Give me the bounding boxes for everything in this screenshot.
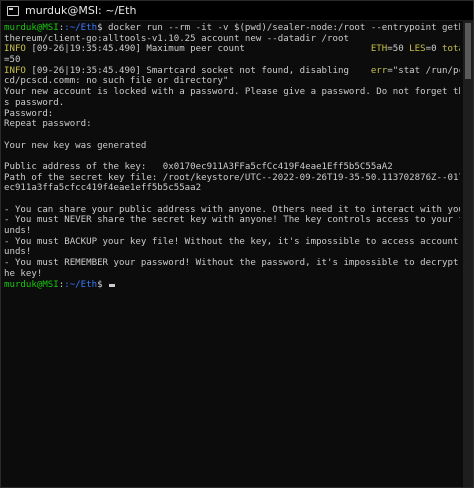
terminal-window: murduk@MSI: ~/Eth murduk@MSI::~/Eth$ doc… bbox=[0, 0, 474, 488]
log-val-les: =0 bbox=[425, 44, 443, 55]
title-bar[interactable]: murduk@MSI: ~/Eth bbox=[1, 1, 473, 21]
terminal-icon bbox=[7, 5, 19, 16]
prompt-path: :~/Eth bbox=[64, 23, 98, 33]
vertical-scrollbar[interactable] bbox=[463, 21, 473, 487]
log-key-err: err bbox=[370, 65, 388, 76]
prompt-user-host: murduk@MSI bbox=[4, 23, 59, 33]
output-line: he key! bbox=[4, 268, 43, 279]
output-line: - You must REMEMBER your password! Witho… bbox=[4, 258, 460, 269]
output-line: - You must BACKUP your key file! Without… bbox=[4, 236, 460, 247]
log-val-err: ="stat /run/pcs bbox=[387, 65, 460, 76]
prompt-symbol: $ bbox=[97, 279, 109, 290]
command-continuation: thereum/client-go:alltools-v1.10.25 acco… bbox=[4, 33, 349, 44]
text-cursor bbox=[109, 283, 116, 287]
log-key-eth: ETH bbox=[370, 44, 388, 55]
output-line: Password: bbox=[4, 108, 54, 119]
log-line-smartcard: INFO [09-26|19:35:45.490] Smartcard sock… bbox=[4, 66, 460, 77]
log-line-continuation: =50 bbox=[4, 55, 21, 66]
output-line: unds! bbox=[4, 247, 32, 258]
command-text: docker run --rm -it -v $(pwd)/sealer-nod… bbox=[102, 23, 460, 33]
output-line: - You must NEVER share the secret key wi… bbox=[4, 215, 460, 226]
output-line: s password. bbox=[4, 97, 65, 108]
prompt-path: :~/Eth bbox=[64, 279, 98, 290]
prompt-user-host: murduk@MSI bbox=[4, 279, 59, 290]
log-line-continuation: cd/pcscd.comm: no such file or directory… bbox=[4, 76, 229, 87]
output-line: Public address of the key: 0x0170ec911A3… bbox=[4, 161, 393, 172]
scrollbar-thumb[interactable] bbox=[465, 23, 471, 79]
log-message: [09-26|19:35:45.490] Smartcard socket no… bbox=[25, 65, 371, 76]
log-key-total: total bbox=[442, 44, 460, 55]
terminal-output[interactable]: murduk@MSI::~/Eth$ docker run --rm -it -… bbox=[1, 21, 463, 487]
prompt-line: murduk@MSI::~/Eth$ docker run --rm -it -… bbox=[4, 23, 460, 34]
log-val-eth: =50 bbox=[387, 44, 410, 55]
prompt-line[interactable]: murduk@MSI::~/Eth$ bbox=[4, 280, 460, 291]
output-line: Repeat password: bbox=[4, 119, 92, 130]
output-line: - You can share your public address with… bbox=[4, 204, 460, 215]
log-line-peer-count: INFO [09-26|19:35:45.490] Maximum peer c… bbox=[4, 44, 460, 55]
log-level: INFO bbox=[4, 44, 26, 55]
output-line: unds! bbox=[4, 226, 32, 237]
output-line: Your new key was generated bbox=[4, 140, 147, 151]
log-level: INFO bbox=[4, 65, 26, 76]
output-line: Your new account is locked with a passwo… bbox=[4, 87, 460, 98]
window-title: murduk@MSI: ~/Eth bbox=[25, 3, 137, 17]
log-key-les: LES bbox=[409, 44, 426, 55]
output-line: ec911a3ffa5cfcc419f4eae1eff5b5c55aa2 bbox=[4, 183, 202, 194]
output-line: Path of the secret key file: /root/keyst… bbox=[4, 172, 460, 183]
log-message: [09-26|19:35:45.490] Maximum peer count bbox=[25, 44, 371, 55]
